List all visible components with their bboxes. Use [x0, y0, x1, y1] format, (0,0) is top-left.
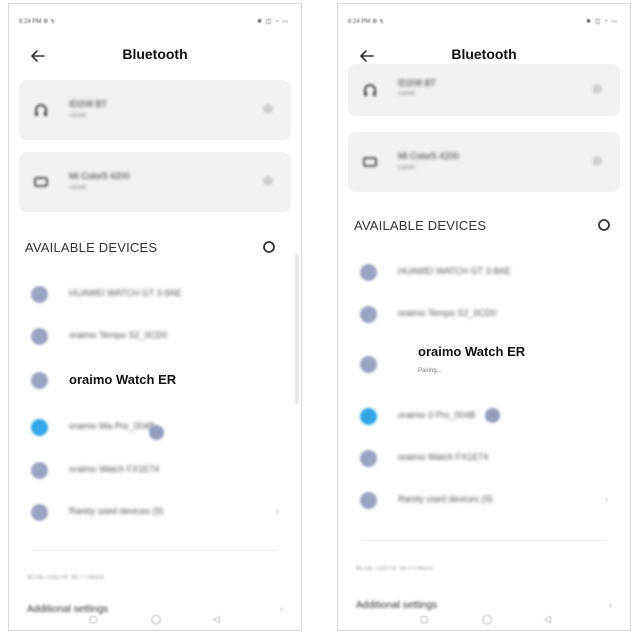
available-device-row[interactable]: oraimo Watch ER [23, 362, 287, 398]
touch-indicator-icon [485, 408, 500, 423]
device-name: oraimo Tempo S2_0CD0 [69, 330, 168, 340]
phone-screen-left: 6:24 PM ⚙ ↯ ✱ ◫ ◔ ▭ Bluetooth ID208 BT S… [8, 3, 302, 631]
home-icon[interactable]: ◯ [151, 614, 161, 625]
home-icon[interactable]: ◯ [482, 614, 492, 625]
available-devices-header: AVAILABLE DEVICES [354, 218, 487, 233]
saved-device-status: Saved [398, 91, 416, 97]
device-status: Pairing... [418, 368, 442, 374]
available-device-row[interactable]: oraimo Watch FX1E74 [23, 452, 287, 488]
watch-icon [363, 157, 377, 167]
chevron-right-icon: › [609, 600, 612, 610]
device-icon [360, 450, 377, 467]
divider [33, 550, 277, 551]
status-time: 6:24 PM ⚙ ↯ [19, 19, 56, 25]
device-name: Rarely used devices (9) [398, 494, 493, 504]
page-title: Bluetooth [122, 46, 188, 62]
back-nav-icon[interactable]: ◁ [213, 614, 220, 625]
status-bar: 6:24 PM ⚙ ↯ ✱ ◫ ◔ ▭ [9, 18, 301, 30]
phone-screen-right: 6:24 PM ⚙ ↯ ✱ ◫ ◔ ▭ Bluetooth ID208 BT S… [337, 3, 631, 631]
available-device-row[interactable]: oraimo 3 Pro_004B [352, 398, 616, 434]
touch-indicator-icon [149, 425, 164, 440]
device-icon [360, 306, 377, 323]
available-device-row[interactable]: HUAWEI WATCH GT 3-8AE [23, 276, 287, 312]
saved-device-status: Saved [69, 113, 87, 119]
available-device-row[interactable]: oraimo Watch FX1E74 [352, 440, 616, 476]
device-name: oraimo Watch FX1E74 [69, 464, 160, 474]
device-icon [31, 419, 48, 436]
device-icon [31, 286, 48, 303]
saved-device-status: Saved [398, 165, 416, 171]
saved-device-name: ID208 BT [398, 78, 437, 88]
headphones-icon [35, 104, 47, 116]
saved-device-card[interactable]: ID208 BT Saved [19, 80, 291, 140]
settings-section-label: BLUETOOTH SETTINGS [27, 575, 105, 581]
device-name: oraimo Watch FX1E74 [398, 452, 489, 462]
chevron-right-icon: › [280, 604, 283, 614]
device-icon [31, 504, 48, 521]
device-icon [31, 328, 48, 345]
navigation-bar: ▢ ◯ ◁ [9, 614, 301, 626]
device-name: HUAWEI WATCH GT 3-8AE [69, 288, 182, 298]
rarely-used-devices-row[interactable]: Rarely used devices (9) › [352, 482, 616, 518]
saved-device-card[interactable]: Mi Color5 4200 Saved [19, 152, 291, 212]
back-nav-icon[interactable]: ◁ [544, 614, 551, 625]
saved-device-card[interactable]: ID208 BT Saved [348, 64, 620, 116]
device-settings-icon[interactable] [263, 104, 273, 114]
status-icons: ✱ ◫ ◔ ▭ [586, 19, 618, 25]
status-bar: 6:24 PM ⚙ ↯ ✱ ◫ ◔ ▭ [338, 18, 630, 30]
refresh-icon[interactable] [259, 237, 279, 257]
device-settings-icon[interactable] [592, 156, 602, 166]
device-name: HUAWEI WATCH GT 3-8AE [398, 266, 511, 276]
navigation-bar: ▢ ◯ ◁ [338, 614, 630, 626]
device-settings-icon[interactable] [263, 176, 273, 186]
additional-settings-item[interactable]: Additional settings [356, 600, 437, 611]
available-device-row[interactable]: oraimo Tempo S2_0CD0 [23, 318, 287, 354]
saved-device-card[interactable]: Mi Color5 4200 Saved [348, 132, 620, 192]
recents-icon[interactable]: ▢ [89, 614, 98, 625]
scrollbar[interactable] [295, 254, 299, 404]
recents-icon[interactable]: ▢ [420, 614, 429, 625]
device-name: oraimo Watch ER [69, 372, 177, 387]
settings-section-label: BLUETOOTH SETTINGS [356, 566, 434, 572]
device-name: oraimo 3 Pro_004B [398, 410, 476, 420]
chevron-right-icon: › [276, 506, 279, 516]
available-device-row[interactable]: HUAWEI WATCH GT 3-8AE [352, 254, 616, 290]
saved-device-name: ID208 BT [69, 99, 108, 109]
device-icon [360, 356, 377, 373]
device-name: oraimo Watch ER [418, 344, 526, 359]
device-icon [360, 492, 377, 509]
rarely-used-devices-row[interactable]: Rarely used devices (9) › [23, 494, 287, 530]
device-icon [360, 264, 377, 281]
chevron-right-icon: › [605, 494, 608, 504]
device-icon [31, 372, 48, 389]
device-icon [360, 408, 377, 425]
headphones-icon [364, 84, 376, 96]
available-device-row[interactable]: oraimo Watch ER Pairing... [352, 340, 616, 386]
device-name: oraimo Tempo S2_0CD0 [398, 308, 497, 318]
available-device-row[interactable]: oraimo Tempo S2_0CD0 [352, 296, 616, 332]
refresh-icon[interactable] [594, 215, 614, 235]
divider [362, 540, 606, 541]
saved-device-status: Saved [69, 185, 87, 191]
status-time: 6:24 PM ⚙ ↯ [348, 19, 385, 25]
top-bar: Bluetooth [9, 42, 301, 70]
device-icon [31, 462, 48, 479]
status-icons: ✱ ◫ ◔ ▭ [257, 19, 289, 25]
saved-device-name: Mi Color5 4200 [398, 151, 460, 161]
device-name: Rarely used devices (9) [69, 506, 164, 516]
device-name: oraimo Wa Pro_004B [69, 421, 155, 431]
watch-icon [34, 177, 48, 187]
saved-device-name: Mi Color5 4200 [69, 171, 131, 181]
available-devices-header: AVAILABLE DEVICES [25, 240, 158, 255]
page-title: Bluetooth [451, 46, 517, 62]
device-settings-icon[interactable] [592, 84, 602, 94]
